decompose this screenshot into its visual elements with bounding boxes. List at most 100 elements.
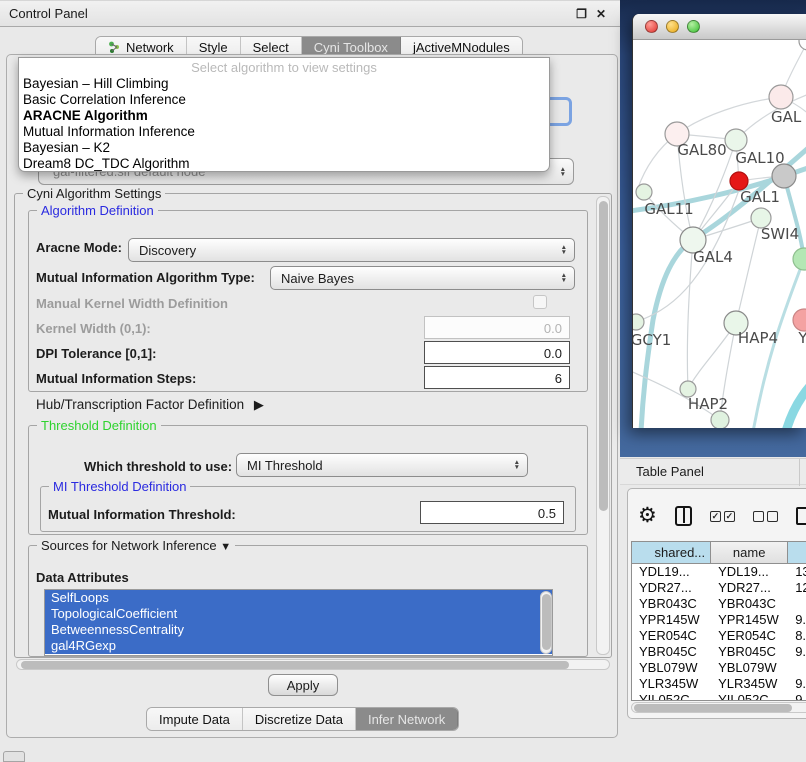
minimize-traffic-light-icon[interactable] <box>666 20 679 33</box>
mi-type-combo[interactable]: Naive Bayes ▲▼ <box>270 266 575 290</box>
manual-kernel-label: Manual Kernel Width Definition <box>36 296 228 311</box>
sources-title-text: Sources for Network Inference <box>41 538 217 553</box>
chevron-down-icon[interactable]: ▼ <box>220 541 231 553</box>
dropdown-placeholder: Select algorithm to view settings <box>19 60 549 76</box>
table-cell: YER054C <box>632 628 711 644</box>
settings-vertical-scrollbar[interactable] <box>596 196 610 655</box>
column-header[interactable] <box>788 542 806 563</box>
column-header[interactable]: name <box>711 542 788 563</box>
network-canvas[interactable]: GALGAL80GAL10GAL1GAL11SWI4GAL4GCY1HAP4YH… <box>633 40 806 428</box>
tab-label: Select <box>253 40 289 55</box>
sources-group-title[interactable]: Sources for Network Inference ▼ <box>37 538 235 553</box>
deselect-all-checkboxes-icon[interactable] <box>753 511 778 522</box>
table-row[interactable]: YIL052CYIL052C9 <box>632 692 806 701</box>
table-cell: 8. <box>788 628 806 644</box>
gear-icon[interactable]: ⚙ <box>638 506 657 526</box>
table-header-row: shared...name <box>632 542 806 564</box>
aracne-mode-label: Aracne Mode: <box>36 240 122 255</box>
table-cell: 13 <box>788 564 806 580</box>
which-threshold-combo[interactable]: MI Threshold ▲▼ <box>236 453 528 477</box>
columns-icon[interactable] <box>675 506 692 526</box>
table-cell: YER054C <box>711 628 788 644</box>
apply-button[interactable]: Apply <box>268 674 338 696</box>
network-node[interactable] <box>793 248 806 270</box>
dpi-tolerance-field[interactable]: 0.0 <box>424 341 570 364</box>
aracne-mode-combo[interactable]: Discovery ▲▼ <box>128 238 575 262</box>
table-panel-title: Table Panel <box>620 464 704 479</box>
table-horizontal-scrollbar[interactable] <box>631 702 806 713</box>
table-row[interactable]: YBL079WYBL079W <box>632 660 806 676</box>
network-node[interactable] <box>711 411 729 428</box>
threshold-definition-title: Threshold Definition <box>37 418 161 433</box>
table-row[interactable]: YER054CYER054C8. <box>632 628 806 644</box>
table-row[interactable]: YDL19...YDL19...13 <box>632 564 806 580</box>
network-node-gcy1[interactable] <box>633 314 644 330</box>
algorithm-dropdown-popup: Select algorithm to view settings Bayesi… <box>18 57 550 172</box>
kernel-width-field[interactable]: 0.0 <box>424 316 570 339</box>
node-label: GAL1 <box>740 188 780 206</box>
network-node[interactable] <box>772 164 796 188</box>
network-node-gal10[interactable] <box>725 129 747 151</box>
close-traffic-light-icon[interactable] <box>645 20 658 33</box>
manual-kernel-checkbox[interactable] <box>533 295 547 309</box>
table-row[interactable]: YBR045CYBR045C9. <box>632 644 806 660</box>
document-icon[interactable] <box>796 507 806 525</box>
dropdown-item[interactable]: Mutual Information Inference <box>19 124 549 140</box>
table-cell: YDL19... <box>632 564 711 580</box>
combo-stepper-icon: ▲▼ <box>560 167 566 177</box>
network-node-gal11[interactable] <box>636 184 652 200</box>
zoom-traffic-light-icon[interactable] <box>687 20 700 33</box>
select-all-checkboxes-icon[interactable]: ✓✓ <box>710 511 735 522</box>
table-row[interactable]: YBR043CYBR043C <box>632 596 806 612</box>
network-edge[interactable] <box>784 176 804 259</box>
chevron-right-icon[interactable]: ▶ <box>254 397 264 412</box>
tab-infer-network[interactable]: Infer Network <box>356 708 458 730</box>
network-node-y[interactable] <box>793 309 806 331</box>
node-label: GAL10 <box>735 149 784 167</box>
float-icon[interactable]: ❐ <box>576 8 587 20</box>
data-attributes-list[interactable]: SelfLoopsTopologicalCoefficientBetweenne… <box>44 589 553 656</box>
close-icon[interactable]: ✕ <box>596 8 606 20</box>
dropdown-item[interactable]: Bayesian – Hill Climbing <box>19 76 549 92</box>
dropdown-item[interactable]: Bayesian – K2 <box>19 140 549 156</box>
table-cell: YLR345W <box>632 676 711 692</box>
network-window-titlebar[interactable] <box>633 14 806 40</box>
node-label: GAL80 <box>677 141 726 159</box>
network-node[interactable] <box>799 40 806 50</box>
dropdown-item[interactable]: Dream8 DC_TDC Algorithm <box>19 156 549 172</box>
node-label: GAL4 <box>693 248 733 266</box>
aracne-mode-value: Discovery <box>139 243 196 258</box>
dropdown-item[interactable]: Basic Correlation Inference <box>19 92 549 108</box>
column-header[interactable]: shared... <box>632 542 711 563</box>
network-node-gal[interactable] <box>769 85 793 109</box>
algorithm-definition-title: Algorithm Definition <box>37 203 158 218</box>
dropdown-item[interactable]: ARACNE Algorithm <box>19 108 549 124</box>
table-cell <box>788 596 806 612</box>
table-row[interactable]: YLR345WYLR345W9. <box>632 676 806 692</box>
table-cell: YDR27... <box>632 580 711 596</box>
attribute-list-item[interactable]: gal4RGexp <box>45 638 552 654</box>
network-graph[interactable]: GALGAL80GAL10GAL1GAL11SWI4GAL4GCY1HAP4YH… <box>633 40 806 428</box>
attribute-list-item[interactable]: SelfLoops <box>45 590 552 606</box>
mi-steps-label: Mutual Information Steps: <box>36 371 196 386</box>
attribute-list-item[interactable]: BetweennessCentrality <box>45 622 552 638</box>
settings-horizontal-scrollbar[interactable] <box>16 659 610 670</box>
mi-threshold-field[interactable]: 0.5 <box>420 501 564 524</box>
combo-stepper-icon: ▲▼ <box>561 273 567 283</box>
tab-discretize-data[interactable]: Discretize Data <box>243 708 356 730</box>
network-edge[interactable] <box>785 368 806 428</box>
tab-impute-data[interactable]: Impute Data <box>147 708 243 730</box>
hub-definition-toggle[interactable]: Hub/Transcription Factor Definition ▶ <box>36 397 264 413</box>
mi-steps-field[interactable]: 6 <box>424 366 570 389</box>
table-row[interactable]: YPR145WYPR145W9. <box>632 612 806 628</box>
attribute-list-scrollbar[interactable] <box>540 591 552 654</box>
mi-type-label: Mutual Information Algorithm Type: <box>36 270 255 285</box>
collapsed-panel-button[interactable] <box>3 751 25 762</box>
table-cell: 9. <box>788 644 806 660</box>
table-row[interactable]: YDR27...YDR27...12 <box>632 580 806 596</box>
network-edge[interactable] <box>736 218 761 323</box>
table-cell: 12 <box>788 580 806 596</box>
kernel-width-label: Kernel Width (0,1): <box>36 321 151 336</box>
attribute-list-item[interactable]: TopologicalCoefficient <box>45 606 552 622</box>
mi-threshold-label: Mutual Information Threshold: <box>48 507 236 522</box>
